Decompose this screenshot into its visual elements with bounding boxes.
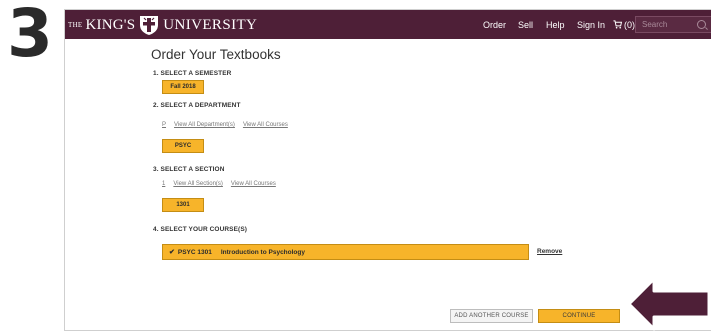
department-links: P View All Department(s) View All Course… — [162, 122, 288, 128]
cart-count: (0) — [624, 19, 635, 30]
cart-link[interactable]: (0) — [613, 10, 635, 39]
section-filter-link[interactable]: 1 — [162, 181, 165, 187]
view-all-sections-link[interactable]: View All Section(s) — [173, 181, 223, 187]
main-content: Order Your Textbooks 1. SELECT A SEMESTE… — [65, 39, 711, 330]
section-select-button[interactable]: 1301 — [162, 198, 204, 212]
section-label: 3. SELECT A SECTION — [153, 166, 225, 173]
logo-prefix: THE — [68, 21, 83, 29]
semester-label: 1. SELECT A SEMESTER — [153, 70, 232, 77]
remove-course-link[interactable]: Remove — [537, 248, 562, 255]
page-title: Order Your Textbooks — [151, 47, 281, 62]
nav-sell[interactable]: Sell — [518, 10, 533, 39]
section-links: 1 View All Section(s) View All Courses — [162, 181, 276, 187]
crest-icon — [140, 16, 159, 35]
courses-label: 4. SELECT YOUR COURSE(S) — [153, 226, 248, 233]
nav-help[interactable]: Help — [546, 10, 565, 39]
continue-button[interactable]: CONTINUE — [538, 309, 620, 323]
add-another-course-button[interactable]: ADD ANOTHER COURSE — [450, 309, 533, 323]
search-input[interactable] — [636, 17, 702, 32]
cart-icon — [613, 20, 622, 29]
check-icon: ✔ — [169, 249, 175, 256]
logo-name-second: UNIVERSITY — [163, 16, 258, 33]
view-all-courses-link[interactable]: View All Courses — [243, 122, 288, 128]
search-box — [635, 16, 711, 33]
nav-order[interactable]: Order — [483, 10, 506, 39]
pointer-arrow-icon — [627, 277, 711, 331]
logo-name-first: KING'S — [85, 16, 136, 33]
view-all-courses-link[interactable]: View All Courses — [231, 181, 276, 187]
course-name: Introduction to Psychology — [220, 248, 305, 256]
selected-course-row[interactable]: ✔ PSYC 1301 Introduction to Psychology — [162, 244, 529, 260]
department-label: 2. SELECT A DEPARTMENT — [153, 102, 241, 109]
view-all-departments-link[interactable]: View All Department(s) — [174, 122, 235, 128]
semester-select-button[interactable]: Fall 2018 — [162, 80, 204, 94]
university-logo[interactable]: THE KING'S UNIVERSITY — [68, 14, 257, 36]
department-select-button[interactable]: PSYC — [162, 139, 204, 153]
browser-frame: THE KING'S UNIVERSITY Order Sell Help Si… — [64, 9, 711, 331]
course-code: PSYC 1301 — [177, 248, 212, 256]
department-filter-link[interactable]: P — [162, 122, 166, 128]
search-icon[interactable] — [697, 20, 706, 29]
step-number: 3 — [7, 0, 53, 72]
nav-sign-in[interactable]: Sign In — [577, 10, 605, 39]
header-bar: THE KING'S UNIVERSITY Order Sell Help Si… — [65, 10, 711, 39]
